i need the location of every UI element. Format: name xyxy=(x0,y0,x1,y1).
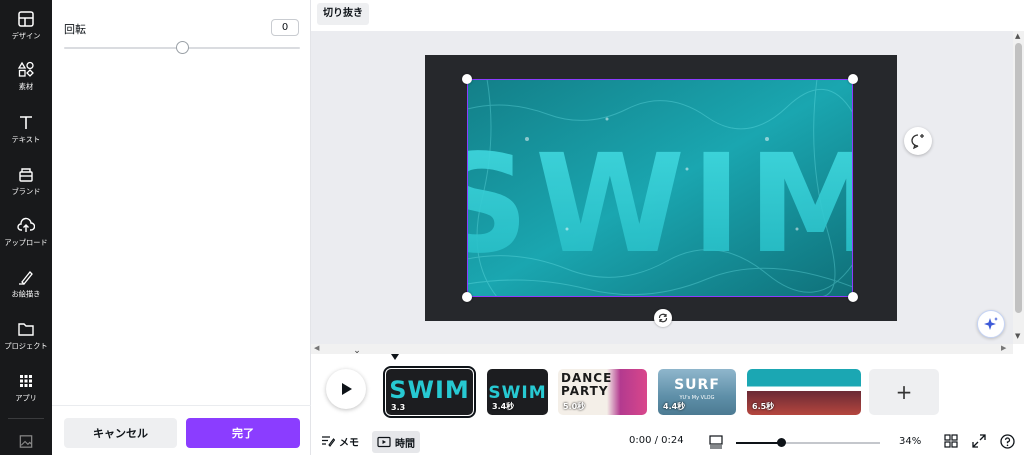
notes-button[interactable]: メモ xyxy=(321,432,359,450)
clip-duration: 6.5秒 xyxy=(752,402,775,411)
scroll-left-arrow-icon[interactable]: ◀ xyxy=(314,344,319,352)
clip-duration: 5.0秒 xyxy=(563,402,586,411)
resize-handle-bottom-right[interactable] xyxy=(848,292,858,302)
playhead-marker[interactable] xyxy=(391,354,399,360)
sparkle-icon xyxy=(984,317,998,330)
resize-handle-top-left[interactable] xyxy=(462,74,472,84)
layout-icon xyxy=(18,11,34,27)
upload-icon xyxy=(17,217,35,232)
comment-add-icon xyxy=(911,134,924,149)
sidebar-item-elements[interactable]: 素材 xyxy=(0,60,52,104)
timeline-clip[interactable]: SWIM 3.3 xyxy=(383,366,476,418)
rotation-label: 回転 xyxy=(64,23,86,36)
canvas-area: SWIM xyxy=(311,31,1013,344)
sidebar-item-draw[interactable]: お絵描き xyxy=(0,268,52,312)
rotation-slider-thumb[interactable] xyxy=(175,41,189,54)
sidebar-item-brand[interactable]: ブランド xyxy=(0,165,52,209)
sidebar-item-label: お絵描き xyxy=(11,290,41,299)
timing-button[interactable]: 時間 xyxy=(372,431,420,453)
scroll-down-arrow-icon[interactable]: ▼ xyxy=(1015,332,1020,340)
clip-title: DANCE PARTY xyxy=(561,371,613,398)
timeline: SWIM 3.3 SWIM 3.4秒 DANCE PARTY 5.0秒 SURF… xyxy=(311,354,1024,426)
help-button[interactable] xyxy=(1000,434,1015,452)
bottom-bar: メモ 時間 0:00 / 0:24 34% xyxy=(311,426,1024,455)
sidebar-item-label: テキスト xyxy=(11,135,41,144)
zoom-slider-fill xyxy=(736,442,781,444)
swim-text: SWIM xyxy=(467,126,853,284)
resize-handle-bottom-left[interactable] xyxy=(462,292,472,302)
notes-icon xyxy=(322,436,335,447)
sidebar-item-text[interactable]: テキスト xyxy=(0,113,52,157)
shapes-icon xyxy=(17,61,34,77)
panel-footer: キャンセル 完了 xyxy=(52,405,311,455)
left-rail: デザイン 素材 テキスト ブランド アップロード お絵描き プロジェクト アプリ xyxy=(0,0,52,455)
page-view-icon xyxy=(709,435,723,449)
help-icon xyxy=(1000,434,1015,449)
canvas-vertical-scrollbar[interactable]: ▲ ▼ xyxy=(1013,31,1024,344)
cancel-button[interactable]: キャンセル xyxy=(64,418,177,448)
sidebar-item-apps[interactable]: アプリ xyxy=(0,372,52,416)
rotation-input[interactable]: 0 xyxy=(271,19,299,36)
scroll-right-arrow-icon[interactable]: ▶ xyxy=(1001,344,1006,352)
zoom-percentage[interactable]: 34% xyxy=(899,436,921,447)
rotation-panel: 回転 0 キャンセル 完了 xyxy=(52,0,311,455)
clip-title: SURF xyxy=(674,377,720,393)
timeline-clip[interactable]: SWIM 3.4秒 xyxy=(487,369,548,415)
timeline-clip[interactable]: 6.5秒 xyxy=(747,369,861,415)
clip-duration: 3.3 xyxy=(391,403,406,412)
brand-icon xyxy=(19,168,33,182)
grid-view-button[interactable] xyxy=(944,434,958,451)
magic-assistant-button[interactable] xyxy=(977,310,1005,338)
rail-divider xyxy=(8,418,44,419)
design-page[interactable]: SWIM xyxy=(425,55,897,321)
sidebar-item-label: デザイン xyxy=(11,32,41,41)
timeline-clip[interactable]: SURF YU's My VLOG 4.4秒 xyxy=(658,369,736,415)
clip-duration: 3.4秒 xyxy=(492,402,515,411)
expand-icon xyxy=(972,434,986,448)
top-toolbar: 切り抜き xyxy=(311,0,1024,31)
zoom-slider-thumb[interactable] xyxy=(777,438,786,447)
video-timing-icon xyxy=(377,436,391,448)
add-page-button[interactable]: + xyxy=(869,369,939,415)
add-comment-button[interactable] xyxy=(904,127,932,155)
sidebar-item-design[interactable]: デザイン xyxy=(0,10,52,54)
clip-title: SWIM xyxy=(389,376,470,404)
sidebar-item-photos[interactable] xyxy=(0,433,52,453)
timing-label: 時間 xyxy=(395,438,415,450)
grid-icon xyxy=(944,434,958,448)
sidebar-item-label: アプリ xyxy=(15,394,37,403)
scroll-up-arrow-icon[interactable]: ▲ xyxy=(1015,32,1020,40)
sidebar-item-label: ブランド xyxy=(11,187,41,196)
timeline-clip[interactable]: DANCE PARTY 5.0秒 xyxy=(558,369,647,415)
clip-duration: 4.4秒 xyxy=(663,402,686,411)
apps-icon xyxy=(20,375,32,387)
rotate-icon xyxy=(658,313,668,323)
sidebar-item-uploads[interactable]: アップロード xyxy=(0,216,52,260)
crop-button[interactable]: 切り抜き xyxy=(317,3,369,25)
fullscreen-button[interactable] xyxy=(972,434,986,451)
draw-icon xyxy=(19,271,33,285)
resize-handle-top-right[interactable] xyxy=(848,74,858,84)
play-button[interactable] xyxy=(326,369,366,409)
folder-icon xyxy=(18,323,34,336)
done-button[interactable]: 完了 xyxy=(186,418,300,448)
sidebar-item-projects[interactable]: プロジェクト xyxy=(0,320,52,364)
notes-label: メモ xyxy=(339,437,359,449)
sidebar-item-label: プロジェクト xyxy=(4,342,48,351)
canvas-horizontal-scrollbar[interactable]: ◀ ▶ xyxy=(311,344,1013,354)
playback-time: 0:00 / 0:24 xyxy=(629,435,684,446)
image-icon xyxy=(19,435,33,448)
rotate-handle[interactable] xyxy=(654,309,672,327)
play-icon xyxy=(342,383,352,395)
text-icon xyxy=(20,116,32,129)
sidebar-item-label: アップロード xyxy=(4,238,48,247)
vertical-scroll-thumb[interactable] xyxy=(1015,43,1022,313)
page-view-toggle[interactable] xyxy=(709,435,723,452)
swim-image[interactable]: SWIM xyxy=(467,79,853,297)
sidebar-item-label: 素材 xyxy=(18,82,34,91)
